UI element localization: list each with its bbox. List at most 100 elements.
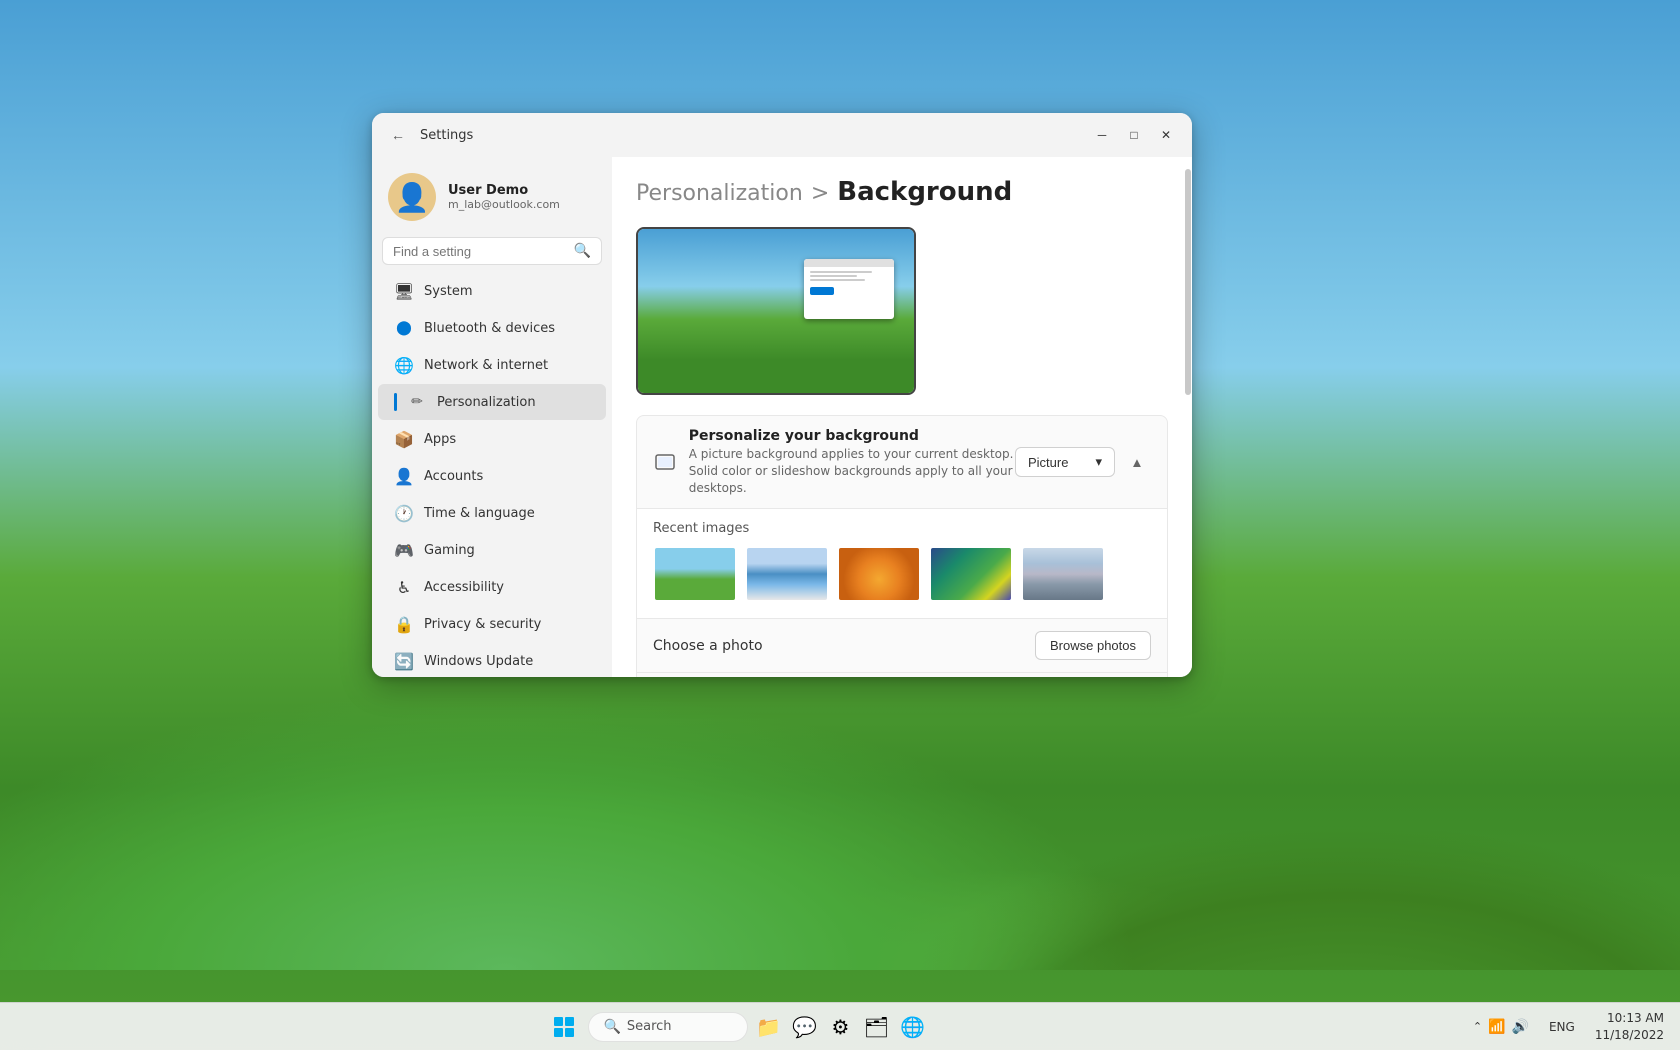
- chevron-up-icon: ▲: [1130, 455, 1143, 470]
- time-icon: 🕐: [394, 503, 414, 523]
- settings-window: ← Settings ─ □ ✕ 👤 User Demo: [372, 113, 1192, 677]
- breadcrumb-parent: Personalization: [636, 181, 803, 206]
- taskbar-tray: ⌃ 📶 🔊 ENG 10:13 AM 11/18/2022: [1465, 1008, 1672, 1046]
- nav-network[interactable]: 🌐 Network & internet: [378, 347, 606, 383]
- title-bar-left: ← Settings: [384, 121, 473, 149]
- nav-accounts[interactable]: 👤 Accounts: [378, 458, 606, 494]
- desktop: ← Settings ─ □ ✕ 👤 User Demo: [0, 0, 1680, 1050]
- taskbar-edge-icon[interactable]: 🌐: [896, 1011, 928, 1043]
- clock-date: 11/18/2022: [1595, 1027, 1664, 1044]
- personalize-icon: [653, 446, 677, 478]
- recent-images-grid: [653, 546, 1151, 602]
- user-name: User Demo: [448, 183, 560, 198]
- accounts-icon: 👤: [394, 466, 414, 486]
- page-header: Personalization > Background: [636, 177, 1168, 207]
- choose-photo-row: Choose a photo Browse photos: [637, 618, 1167, 672]
- bluetooth-icon: ⬤: [394, 318, 414, 338]
- background-type-label: Picture: [1028, 455, 1068, 470]
- taskbar-search-label: Search: [627, 1019, 672, 1034]
- minimize-button[interactable]: ─: [1088, 121, 1116, 149]
- preview-button: [810, 287, 834, 295]
- nav-apps[interactable]: 📦 Apps: [378, 421, 606, 457]
- nav-personalization[interactable]: ✏ Personalization: [378, 384, 606, 420]
- apps-icon: 📦: [394, 429, 414, 449]
- windows-logo-icon: [553, 1016, 575, 1038]
- accessibility-icon: ♿: [394, 577, 414, 597]
- user-section: 👤 User Demo m_lab@outlook.com: [372, 165, 612, 237]
- maximize-button[interactable]: □: [1120, 121, 1148, 149]
- taskbar-teams-icon[interactable]: 💬: [788, 1011, 820, 1043]
- choose-photo-label: Choose a photo: [653, 638, 763, 654]
- personalize-description: A picture background applies to your cur…: [689, 446, 1015, 496]
- personalization-icon: ✏: [407, 392, 427, 412]
- recent-image-1[interactable]: [745, 546, 829, 602]
- user-email: m_lab@outlook.com: [448, 198, 560, 211]
- personalize-row: Personalize your background A picture ba…: [637, 416, 1167, 508]
- preview-line-2: [810, 275, 857, 277]
- active-bar: [394, 393, 397, 411]
- clock-time: 10:13 AM: [1595, 1010, 1664, 1027]
- recent-images-section: Recent images: [637, 508, 1167, 618]
- personalize-text: Personalize your background A picture ba…: [689, 428, 1015, 496]
- nav-accessibility-label: Accessibility: [424, 580, 504, 595]
- nav-time[interactable]: 🕐 Time & language: [378, 495, 606, 531]
- back-button[interactable]: ←: [384, 121, 412, 149]
- recent-image-1-preview: [747, 548, 827, 600]
- search-input[interactable]: [393, 244, 568, 259]
- recent-image-4[interactable]: [1021, 546, 1105, 602]
- sidebar: 👤 User Demo m_lab@outlook.com 🔍 🖥 System: [372, 157, 612, 677]
- taskbar-files-icon[interactable]: 🗂: [860, 1011, 892, 1043]
- recent-image-0-preview: [655, 548, 735, 600]
- personalize-row-left: Personalize your background A picture ba…: [653, 428, 1015, 496]
- taskbar-search[interactable]: 🔍 Search: [588, 1012, 748, 1042]
- preview-content: [804, 267, 894, 319]
- nav-accessibility[interactable]: ♿ Accessibility: [378, 569, 606, 605]
- nav-privacy[interactable]: 🔒 Privacy & security: [378, 606, 606, 642]
- scrollbar-thumb[interactable]: [1185, 169, 1191, 395]
- taskbar-settings-icon[interactable]: ⚙: [824, 1011, 856, 1043]
- system-tray-icons[interactable]: ⌃ 📶 🔊: [1465, 1015, 1537, 1039]
- nav-bluetooth-label: Bluetooth & devices: [424, 321, 555, 336]
- system-clock[interactable]: 10:13 AM 11/18/2022: [1587, 1008, 1672, 1046]
- gaming-icon: 🎮: [394, 540, 414, 560]
- personalize-title: Personalize your background: [689, 428, 1015, 444]
- background-type-dropdown[interactable]: Picture ▾: [1015, 447, 1115, 477]
- start-button[interactable]: [544, 1007, 584, 1047]
- nav-apps-label: Apps: [424, 432, 456, 447]
- update-icon: 🔄: [394, 651, 414, 671]
- language-indicator[interactable]: ENG: [1541, 1016, 1583, 1038]
- recent-image-0[interactable]: [653, 546, 737, 602]
- nav-bluetooth[interactable]: ⬤ Bluetooth & devices: [378, 310, 606, 346]
- nav-privacy-label: Privacy & security: [424, 617, 541, 632]
- collapse-section-button[interactable]: ▲: [1123, 448, 1151, 476]
- tray-chevron-icon: ⌃: [1473, 1020, 1482, 1033]
- nav-network-label: Network & internet: [424, 358, 548, 373]
- taskbar-explorer-icon[interactable]: 📁: [752, 1011, 784, 1043]
- main-content: Personalization > Background: [612, 157, 1192, 677]
- preview-window: [804, 259, 894, 319]
- language-label: ENG: [1549, 1020, 1575, 1034]
- network-icon: 🌐: [394, 355, 414, 375]
- nav-system-label: System: [424, 284, 472, 299]
- nav-personalization-label: Personalization: [437, 395, 536, 410]
- recent-image-3-preview: [931, 548, 1011, 600]
- recent-image-2[interactable]: [837, 546, 921, 602]
- sidebar-search[interactable]: 🔍: [382, 237, 602, 265]
- taskbar: 🔍 Search 📁 💬 ⚙ 🗂 🌐 ⌃ 📶: [0, 1002, 1680, 1050]
- preview-titlebar: [804, 259, 894, 267]
- close-button[interactable]: ✕: [1152, 121, 1180, 149]
- nav-system[interactable]: 🖥 System: [378, 273, 606, 309]
- browse-photos-button[interactable]: Browse photos: [1035, 631, 1151, 660]
- preview-line-1: [810, 271, 872, 273]
- recent-image-3[interactable]: [929, 546, 1013, 602]
- nav-gaming-label: Gaming: [424, 543, 475, 558]
- avatar[interactable]: 👤: [388, 173, 436, 221]
- nav-update[interactable]: 🔄 Windows Update: [378, 643, 606, 677]
- breadcrumb-separator: >: [811, 181, 829, 206]
- nav-gaming[interactable]: 🎮 Gaming: [378, 532, 606, 568]
- background-settings-section: Personalize your background A picture ba…: [636, 415, 1168, 677]
- dropdown-chevron-icon: ▾: [1095, 454, 1102, 470]
- network-tray-icon: 📶: [1488, 1019, 1505, 1035]
- taskbar-search-icon: 🔍: [603, 1019, 620, 1035]
- title-bar: ← Settings ─ □ ✕: [372, 113, 1192, 157]
